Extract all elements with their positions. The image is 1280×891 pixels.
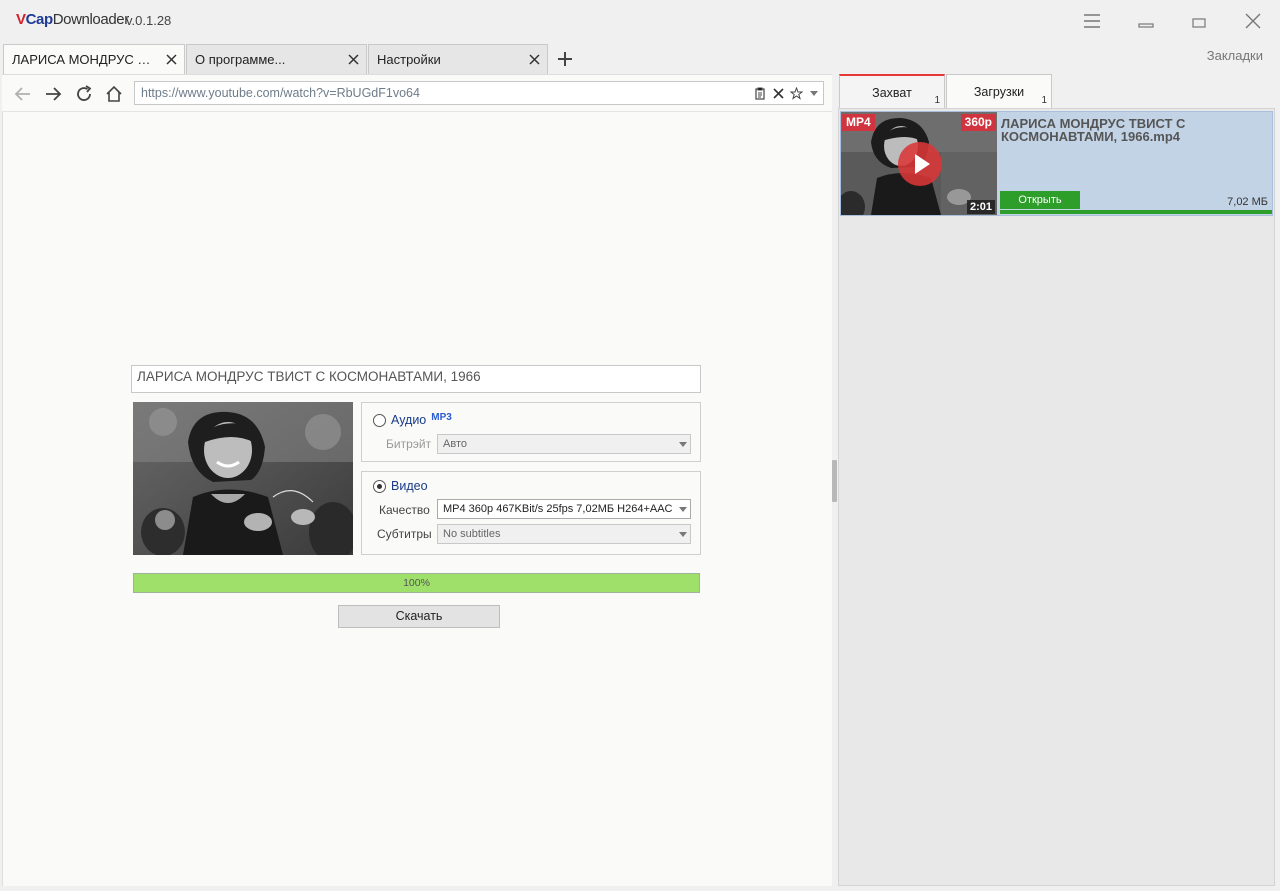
chevron-down-icon xyxy=(679,507,687,512)
video-label: Видео xyxy=(391,479,428,493)
subtitles-value: No subtitles xyxy=(443,528,501,540)
quality-value: MP4 360p 467KBit/s 25fps 7,02МБ H264+AAC… xyxy=(443,503,675,515)
video-options-group: Видео Качество MP4 360p 467KBit/s 25fps … xyxy=(361,471,701,555)
quality-select[interactable]: MP4 360p 467KBit/s 25fps 7,02МБ H264+AAC… xyxy=(437,499,691,519)
download-title: ЛАРИСА МОНДРУС ТВИСТ С КОСМОНАВТАМИ, 196… xyxy=(1001,116,1186,144)
subtitles-label: Субтитры xyxy=(377,527,432,541)
reload-icon[interactable] xyxy=(74,84,94,104)
progress-text: 100% xyxy=(403,577,430,589)
bitrate-value: Авто xyxy=(443,438,467,450)
video-title-field[interactable]: ЛАРИСА МОНДРУС ТВИСТ С КОСМОНАВТАМИ, 196… xyxy=(131,365,701,393)
download-item[interactable]: MP4 360p 2:01 ЛАРИСА МОНДРУС ТВИСТ С КОС… xyxy=(840,111,1273,216)
url-input[interactable]: https://www.youtube.com/watch?v=RbUGdF1v… xyxy=(134,81,824,105)
url-actions xyxy=(753,86,821,100)
app-logo: VCapDownloader xyxy=(16,11,129,28)
menu-button[interactable] xyxy=(1077,8,1107,34)
download-progress-bar: 100% xyxy=(133,573,700,593)
maximize-icon xyxy=(1192,18,1206,28)
back-arrow-icon[interactable] xyxy=(13,84,33,104)
audio-radio-row[interactable]: Аудио MP3 xyxy=(373,411,452,427)
tab-close-icon[interactable] xyxy=(165,53,178,66)
tab-capture[interactable]: Захват 1 xyxy=(839,74,945,108)
new-tab-plus-icon[interactable] xyxy=(556,50,574,68)
logo-cap: Cap xyxy=(25,11,54,28)
format-badge: MP4 xyxy=(842,114,875,131)
app-version: v.0.1.28 xyxy=(126,13,172,28)
download-button[interactable]: Скачать xyxy=(338,605,500,628)
play-icon[interactable] xyxy=(898,142,942,186)
tab-close-icon[interactable] xyxy=(347,53,360,66)
tab-close-icon[interactable] xyxy=(528,53,541,66)
title-bar: VCapDownloader v.0.1.28 xyxy=(0,0,1280,42)
tab-settings[interactable]: Настройки xyxy=(368,44,548,74)
tab-about[interactable]: О программе... xyxy=(186,44,367,74)
tab-label: О программе... xyxy=(195,52,286,67)
bookmark-star-icon[interactable] xyxy=(789,86,803,100)
clipboard-icon[interactable] xyxy=(753,86,767,100)
chevron-down-icon xyxy=(679,442,687,447)
url-text: https://www.youtube.com/watch?v=RbUGdF1v… xyxy=(141,86,420,100)
video-radio-row[interactable]: Видео xyxy=(373,479,428,493)
forward-arrow-icon[interactable] xyxy=(43,84,63,104)
resolution-badge: 360p xyxy=(960,114,996,131)
tab-downloads-label: Загрузки xyxy=(973,85,1025,99)
tab-label: Настройки xyxy=(377,52,441,67)
close-icon xyxy=(1245,13,1261,29)
logo-v: V xyxy=(16,11,26,28)
tab-label: ЛАРИСА МОНДРУС ТВИС... xyxy=(12,52,158,67)
open-button[interactable]: Открыть xyxy=(1000,191,1080,209)
capture-count: 1 xyxy=(934,95,940,106)
minimize-button[interactable] xyxy=(1131,8,1161,34)
downloads-panel: MP4 360p 2:01 ЛАРИСА МОНДРУС ТВИСТ С КОС… xyxy=(838,108,1275,886)
audio-radio[interactable] xyxy=(373,413,386,427)
audio-format-badge: MP3 xyxy=(431,411,452,423)
hamburger-icon xyxy=(1084,14,1100,28)
bitrate-label: Битрэйт xyxy=(386,437,432,451)
file-size: 7,02 МБ xyxy=(1227,196,1268,208)
splitter-grip[interactable] xyxy=(832,460,837,502)
navigation-bar: https://www.youtube.com/watch?v=RbUGdF1v… xyxy=(2,74,832,112)
status-strip xyxy=(0,886,1280,891)
chevron-down-icon xyxy=(679,532,687,537)
logo-name: Downloader xyxy=(52,11,129,28)
tab-video[interactable]: ЛАРИСА МОНДРУС ТВИС... xyxy=(3,44,185,74)
bitrate-select[interactable]: Авто xyxy=(437,434,691,454)
home-icon[interactable] xyxy=(104,84,124,104)
downloads-count: 1 xyxy=(1041,95,1047,106)
bookmarks-link[interactable]: Закладки xyxy=(1207,48,1263,63)
download-thumbnail[interactable]: MP4 360p 2:01 xyxy=(841,112,997,215)
tab-strip: ЛАРИСА МОНДРУС ТВИС... О программе... На… xyxy=(0,42,832,74)
video-radio[interactable] xyxy=(373,479,386,493)
right-panel-tabs: Захват 1 Загрузки 1 xyxy=(838,74,1280,108)
tab-capture-label: Захват xyxy=(872,86,912,100)
minimize-icon xyxy=(1138,23,1154,28)
subtitles-select[interactable]: No subtitles xyxy=(437,524,691,544)
maximize-button[interactable] xyxy=(1184,8,1214,34)
tab-downloads[interactable]: Загрузки 1 xyxy=(946,74,1052,108)
audio-label: Аудио xyxy=(391,413,427,427)
download-item-progress xyxy=(1000,210,1272,214)
audio-options-group: Аудио MP3 Битрэйт Авто xyxy=(361,402,701,462)
clear-url-icon[interactable] xyxy=(771,86,785,100)
close-window-button[interactable] xyxy=(1238,8,1268,34)
duration-label: 2:01 xyxy=(966,200,995,214)
url-dropdown-icon[interactable] xyxy=(807,86,821,100)
video-thumbnail xyxy=(133,402,353,555)
quality-label: Качество xyxy=(379,503,430,517)
